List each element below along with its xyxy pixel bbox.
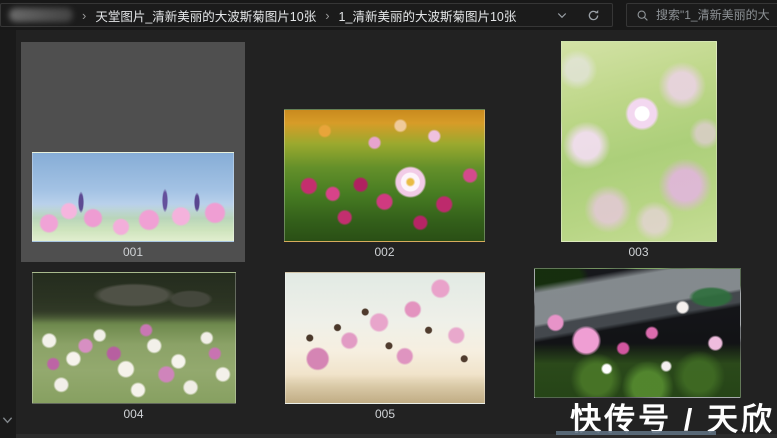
file-item-002[interactable]: 002 [263,42,506,262]
refresh-button[interactable] [582,4,604,26]
file-item-001[interactable]: 001 [21,42,245,262]
file-item-003[interactable]: 003 [517,42,760,262]
search-input[interactable] [656,8,769,22]
file-label-002: 002 [374,242,394,262]
breadcrumb-item-parent[interactable]: 天堂图片_清新美丽的大波斯菊图片10张 [95,6,316,25]
breadcrumb-separator-icon[interactable]: › [82,9,86,22]
file-label-004: 004 [123,404,143,424]
redacted-breadcrumb-segment [9,8,73,22]
thumbnail-001[interactable] [32,152,234,242]
thumbnail-003[interactable] [561,41,717,242]
file-grid: 001 002 003 004 005 快传号 / 天欣 [0,30,777,438]
thumbnail-002[interactable] [284,109,485,242]
address-bar[interactable]: › 天堂图片_清新美丽的大波斯菊图片10张 › 1_清新美丽的大波斯菊图片10张 [0,3,613,27]
thumbnail-005[interactable] [285,272,485,404]
refresh-icon [587,9,600,22]
file-label-003: 003 [628,242,648,262]
left-gutter [0,30,16,438]
chevron-down-icon[interactable] [2,412,13,430]
explorer-toolbar: › 天堂图片_清新美丽的大波斯菊图片10张 › 1_清新美丽的大波斯菊图片10张 [0,0,777,30]
file-label-005: 005 [375,404,395,424]
file-item-004[interactable]: 004 [22,270,245,424]
thumbnail-006[interactable] [534,268,741,398]
breadcrumb-separator-icon[interactable]: › [325,9,329,22]
file-label-001: 001 [123,242,143,262]
address-dropdown-button[interactable] [551,4,573,26]
thumbnail-004[interactable] [32,272,236,404]
search-icon [636,9,649,22]
chevron-down-icon [556,9,568,21]
breadcrumb-item-current[interactable]: 1_清新美丽的大波斯菊图片10张 [339,6,517,25]
file-item-005[interactable]: 005 [265,268,505,424]
watermark-underline [556,431,716,435]
search-box[interactable] [626,3,777,27]
